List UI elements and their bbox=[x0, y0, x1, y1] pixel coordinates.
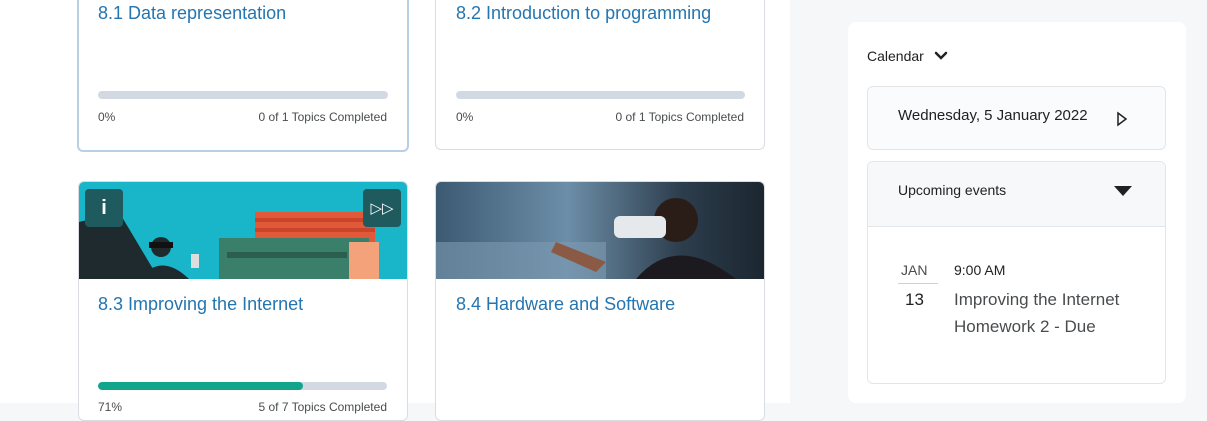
unit-card-title[interactable]: 8.1 Data representation bbox=[98, 3, 286, 24]
unit-card-8-2[interactable]: 8.2 Introduction to programming 0% 0 of … bbox=[435, 0, 765, 150]
progress-percent: 71% bbox=[98, 400, 123, 414]
unit-banner-image bbox=[436, 182, 764, 279]
selected-date: Wednesday, 5 January 2022 bbox=[898, 107, 1088, 124]
unit-card-title[interactable]: 8.2 Introduction to programming bbox=[456, 3, 711, 24]
progress-percent: 0% bbox=[456, 110, 474, 124]
topics-completed: 5 of 7 Topics Completed bbox=[258, 400, 387, 414]
collapse-toggle-icon[interactable] bbox=[1114, 186, 1132, 196]
progress-bar bbox=[98, 382, 387, 390]
topics-completed: 0 of 1 Topics Completed bbox=[615, 110, 744, 124]
event-time: 9:00 AM bbox=[954, 262, 1006, 278]
progress-percent: 0% bbox=[98, 110, 116, 124]
unit-card-8-1[interactable]: 8.1 Data representation 0% 0 of 1 Topics… bbox=[77, 0, 409, 152]
unit-card-8-3[interactable]: i ▷▷ 8.3 Improving the Internet 71% 5 of… bbox=[78, 181, 408, 421]
unit-banner-image: i ▷▷ bbox=[79, 182, 407, 279]
event-name[interactable]: Improving the Internet Homework 2 - Due bbox=[954, 286, 1154, 340]
calendar-title: Calendar bbox=[867, 48, 924, 64]
upcoming-events-title: Upcoming events bbox=[898, 182, 1007, 198]
progress-bar bbox=[456, 91, 745, 99]
event-day: 13 bbox=[905, 290, 924, 309]
fast-forward-icon[interactable]: ▷▷ bbox=[363, 189, 401, 227]
hacker-illustration bbox=[79, 212, 379, 279]
course-content-pane: 8.1 Data representation 0% 0 of 1 Topics… bbox=[0, 0, 790, 421]
unit-card-8-4[interactable]: 8.4 Hardware and Software bbox=[435, 181, 765, 421]
progress-bar bbox=[98, 91, 388, 99]
upcoming-events-panel: Upcoming events JAN 13 9:00 AM Improving… bbox=[867, 161, 1166, 384]
calendar-header[interactable]: Calendar bbox=[867, 48, 948, 64]
unit-card-title[interactable]: 8.4 Hardware and Software bbox=[456, 294, 675, 315]
vr-headset-photo bbox=[436, 198, 736, 279]
topics-completed: 0 of 1 Topics Completed bbox=[258, 110, 387, 124]
date-selector[interactable]: Wednesday, 5 January 2022 bbox=[867, 86, 1166, 150]
chevron-down-icon[interactable] bbox=[934, 51, 948, 61]
event-month: JAN bbox=[901, 262, 928, 278]
info-icon[interactable]: i bbox=[85, 189, 123, 227]
progress-fill bbox=[98, 382, 304, 390]
unit-card-title[interactable]: 8.3 Improving the Internet bbox=[98, 294, 303, 315]
date-divider bbox=[898, 283, 938, 284]
upcoming-events-header[interactable]: Upcoming events bbox=[868, 162, 1165, 227]
calendar-widget: Calendar Wednesday, 5 January 2022 Upcom… bbox=[848, 22, 1186, 403]
next-day-icon[interactable] bbox=[1116, 111, 1128, 127]
